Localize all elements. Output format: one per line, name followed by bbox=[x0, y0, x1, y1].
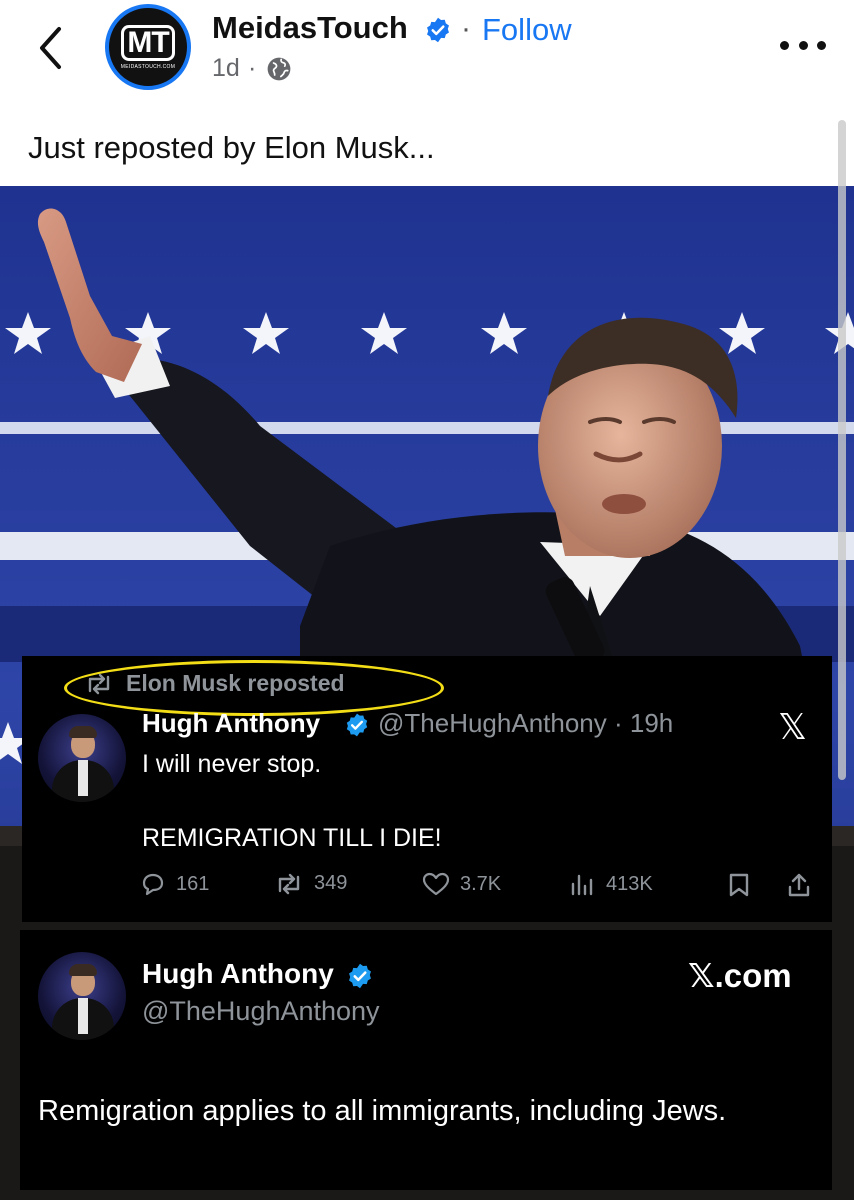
views-action[interactable]: 413K bbox=[570, 872, 653, 896]
post-caption: Just reposted by Elon Musk... bbox=[28, 130, 435, 165]
repost-label: Elon Musk reposted bbox=[126, 670, 345, 696]
verified-badge-icon bbox=[349, 963, 371, 989]
tweet-author-avatar[interactable] bbox=[38, 714, 126, 802]
reply-action[interactable]: 161 bbox=[140, 872, 209, 896]
views-icon bbox=[571, 874, 593, 896]
time-separator: · bbox=[248, 54, 257, 82]
page-avatar[interactable]: MT MEIDASTOUCH.COM bbox=[105, 4, 191, 90]
embedded-tweet-repost: Elon Musk reposted Hugh Anthony @TheHugh… bbox=[22, 656, 832, 922]
more-options-button[interactable] bbox=[780, 30, 826, 60]
repost-icon bbox=[88, 673, 110, 694]
share-action[interactable] bbox=[786, 872, 812, 898]
embedded-tweet-card: Hugh Anthony @TheHughAnthony 𝕏.com Remig… bbox=[20, 930, 832, 1190]
tweet-actions: 161 349 3.7K 413K bbox=[140, 872, 820, 902]
verified-badge-icon bbox=[346, 713, 368, 737]
tweet-author-handle[interactable]: @TheHughAnthony · 19h bbox=[378, 708, 673, 739]
repost-icon bbox=[278, 873, 300, 894]
avatar-logo-text: MT bbox=[121, 24, 175, 61]
bookmark-action[interactable] bbox=[728, 872, 750, 898]
tweet-author-name[interactable]: Hugh Anthony bbox=[142, 708, 320, 739]
back-button[interactable] bbox=[28, 20, 72, 76]
x-logo-icon: 𝕏 bbox=[778, 706, 808, 747]
more-dots-icon bbox=[798, 40, 808, 50]
more-dots-icon bbox=[817, 40, 826, 50]
reply-icon bbox=[142, 873, 164, 896]
source-label: 𝕏.com bbox=[688, 957, 792, 994]
repost-action[interactable]: 349 bbox=[274, 872, 347, 895]
post-timestamp[interactable]: 1d bbox=[212, 54, 240, 83]
like-icon bbox=[422, 872, 450, 896]
globe-icon bbox=[267, 57, 291, 81]
verified-badge-icon bbox=[427, 17, 449, 43]
follow-separator: · bbox=[461, 12, 471, 45]
tweet-text-line: REMIGRATION TILL I DIE! bbox=[142, 824, 442, 852]
reply-count: 161 bbox=[176, 872, 210, 895]
tweet-body: Remigration applies to all immigrants, i… bbox=[38, 1095, 727, 1127]
repost-count: 349 bbox=[314, 872, 348, 894]
tweet-text-line: I will never stop. bbox=[142, 750, 322, 778]
scrollbar[interactable] bbox=[838, 120, 846, 780]
tweet-author-handle[interactable]: @TheHughAnthony bbox=[142, 996, 380, 1027]
post-header: MT MEIDASTOUCH.COM MeidasTouch · Follow … bbox=[0, 0, 854, 110]
tweet-author-avatar[interactable] bbox=[38, 952, 126, 1040]
repost-indicator: Elon Musk reposted bbox=[84, 670, 345, 697]
share-icon bbox=[788, 873, 810, 897]
like-action[interactable]: 3.7K bbox=[422, 872, 501, 896]
like-count: 3.7K bbox=[460, 872, 502, 895]
avatar-logo-subtext: MEIDASTOUCH.COM bbox=[120, 63, 176, 70]
follow-button[interactable]: Follow bbox=[482, 12, 572, 48]
back-chevron-icon bbox=[40, 27, 61, 69]
more-dots-icon bbox=[780, 40, 789, 50]
bookmark-icon bbox=[729, 873, 749, 897]
views-count: 413K bbox=[606, 872, 653, 895]
page-name[interactable]: MeidasTouch bbox=[212, 10, 408, 46]
tweet-author-name[interactable]: Hugh Anthony bbox=[142, 958, 334, 990]
